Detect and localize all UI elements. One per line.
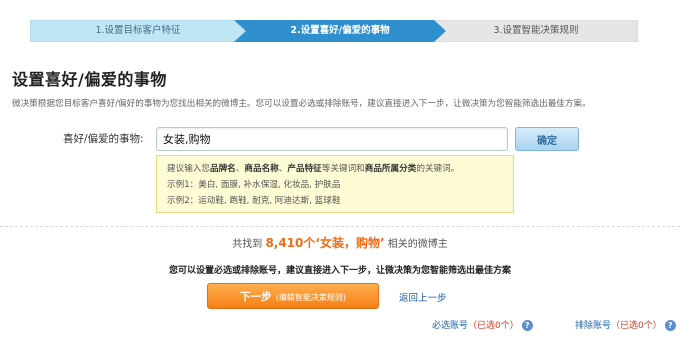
help-icon[interactable]: ? [521,320,533,331]
result-suffix: 相关的微博主 [387,239,448,250]
preference-label: 喜好/偏爱的事物: [63,133,144,145]
next-step-label: 下一步 [240,290,272,303]
steps-bar: 1.设置目标客户特征 3.设置智能决策规则 2.设置喜好/偏爱的事物 [30,20,638,42]
page-title: 设置喜好/偏爱的事物 [12,70,167,89]
step-1-label: 1.设置目标客户特征 [95,25,181,36]
hint-line: 建议输入您品牌名、商品名称、产品特征等关键词和商品所属分类的关键词。 [167,161,503,177]
hint-mid: 等关键词和 [321,164,365,174]
result-count: 8,410个‘女装，购物’ [265,236,385,250]
page-description: 微决策根据您目标客户喜好/偏好的事物为您找出相关的微博主。您可以设置必选或排除账… [12,99,591,109]
next-step-button[interactable]: 下一步 (编辑智能决策规则) [207,283,379,309]
excluded-accounts[interactable]: 排除账号（已选0个）? [575,318,676,331]
step-2[interactable]: 2.设置喜好/偏爱的事物 [234,20,446,42]
excluded-accounts-count: （已选0个） [611,321,662,331]
required-accounts-count: （已选0个） [468,321,519,331]
hint-keyword: 商品所属分类 [364,164,417,174]
help-icon[interactable]: ? [664,320,676,331]
step-3[interactable]: 3.设置智能决策规则 [434,20,638,42]
hint-box: 建议输入您品牌名、商品名称、产品特征等关键词和商品所属分类的关键词。 示例1：美… [156,155,514,213]
confirm-button[interactable]: 确定 [515,127,579,151]
hint-keyword: 品牌名 [209,164,236,174]
step-3-label: 3.设置智能决策规则 [493,25,579,36]
back-link[interactable]: 返回上一步 [399,290,447,304]
excluded-accounts-label[interactable]: 排除账号 [575,321,611,331]
next-step-sublabel: (编辑智能决策规则) [275,292,346,302]
hint-keyword: 产品特征 [287,164,322,174]
divider [0,226,680,227]
hint-prefix: 建议输入您 [167,164,210,174]
preference-input[interactable] [156,127,508,151]
notice-text: 您可以设置必选或排除账号，建议直接进入下一步，让微决策为您智能筛选出最佳方案 [168,266,511,276]
required-accounts-label[interactable]: 必选账号 [432,321,468,331]
result-summary: 共找到 8,410个‘女装，购物’ 相关的微博主 [0,234,680,251]
hint-example-1: 示例1：美白, 面膜, 补水保湿, 化妆品, 护肤品 [167,180,341,190]
required-accounts[interactable]: 必选账号（已选0个）? [432,318,533,331]
step-1[interactable]: 1.设置目标客户特征 [30,20,246,42]
hint-keyword: 商品名称 [244,164,279,174]
hint-example-2: 示例2：运动鞋, 跑鞋, 耐克, 阿迪达斯, 篮球鞋 [167,196,341,206]
hint-suffix: 的关键词。 [416,164,460,174]
result-prefix: 共找到 [232,239,263,250]
step-2-label: 2.设置喜好/偏爱的事物 [290,25,390,36]
